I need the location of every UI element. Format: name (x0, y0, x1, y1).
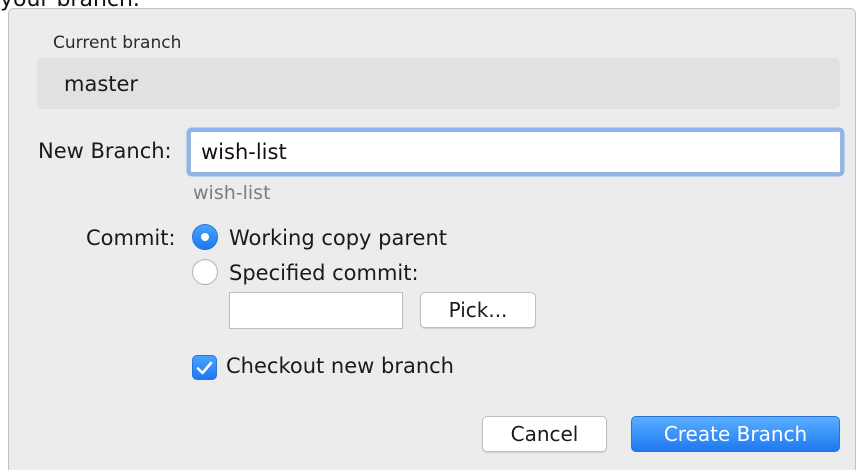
current-branch-value: master (64, 72, 139, 96)
new-branch-preview: wish-list (193, 182, 271, 204)
create-branch-button[interactable]: Create Branch (631, 416, 840, 452)
new-branch-label: New Branch: (38, 139, 172, 163)
checkmark-icon (196, 361, 213, 375)
radio-specified-commit-label[interactable]: Specified commit: (229, 261, 419, 285)
radio-specified-commit[interactable] (192, 259, 218, 285)
checkout-checkbox-label[interactable]: Checkout new branch (226, 354, 454, 378)
checkout-checkbox[interactable] (192, 355, 217, 380)
radio-working-copy-parent-label[interactable]: Working copy parent (229, 226, 447, 250)
radio-working-copy-parent[interactable] (192, 224, 218, 250)
page: your branch. Current branch master New B… (0, 0, 858, 470)
commit-label: Commit: (86, 226, 176, 250)
current-branch-label: Current branch (53, 33, 182, 53)
cancel-button[interactable]: Cancel (482, 416, 607, 452)
new-branch-input[interactable] (190, 131, 841, 173)
current-branch-box (37, 58, 840, 109)
pick-button[interactable]: Pick... (420, 292, 536, 328)
specified-commit-input[interactable] (229, 292, 403, 329)
